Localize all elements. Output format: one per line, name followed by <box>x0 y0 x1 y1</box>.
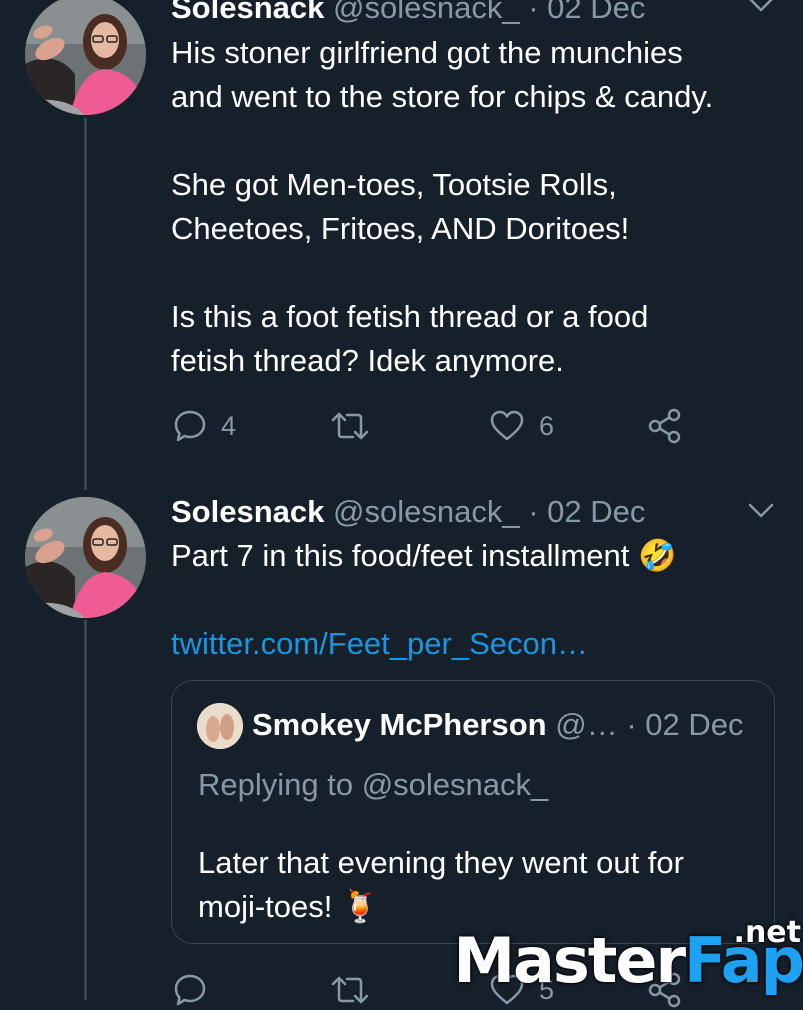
quoted-tweet[interactable]: Smokey McPherson @… · 02 Dec Replying to… <box>171 680 775 944</box>
avatar[interactable] <box>25 0 146 115</box>
reply-button[interactable] <box>173 970 221 1010</box>
display-name[interactable]: Solesnack <box>171 0 324 25</box>
quoted-separator: · <box>626 707 637 742</box>
retweet-icon <box>331 412 369 440</box>
chevron-down-icon[interactable] <box>747 0 775 14</box>
quoted-avatar[interactable] <box>197 703 243 749</box>
separator: · <box>528 494 539 529</box>
like-button[interactable]: 6 <box>489 406 554 446</box>
quoted-text: Later that evening they went out for moj… <box>198 845 684 924</box>
tweet-text: Part 7 in this food/feet installment 🤣 <box>171 538 677 573</box>
watermark: .net MasterFap <box>453 915 803 992</box>
reply-icon <box>174 974 206 1006</box>
like-icon <box>490 410 524 441</box>
reply-button[interactable]: 4 <box>173 406 236 446</box>
watermark-suffix: .net <box>733 915 801 950</box>
handle[interactable]: @solesnack_ <box>333 0 520 25</box>
tweet-header: Solesnack @solesnack_ · 02 Dec <box>171 494 645 530</box>
thread-line-bottom <box>84 620 87 1000</box>
retweet-icon <box>331 976 369 1004</box>
avatar[interactable] <box>25 497 146 618</box>
tweet-date[interactable]: 02 Dec <box>547 0 645 25</box>
retweet-button[interactable] <box>329 970 385 1010</box>
watermark-text: Master <box>453 924 686 997</box>
tweet-date[interactable]: 02 Dec <box>547 494 645 529</box>
separator: · <box>528 0 539 25</box>
display-name[interactable]: Solesnack <box>171 494 324 529</box>
share-button[interactable] <box>647 406 683 446</box>
reply-count: 4 <box>221 410 237 441</box>
retweet-button[interactable] <box>329 406 385 446</box>
thread-line-top <box>84 118 87 490</box>
tweet-link[interactable]: twitter.com/Feet_per_Secon… <box>171 624 588 664</box>
quoted-date: 02 Dec <box>645 707 744 742</box>
quoted-display-name: Smokey McPherson <box>252 707 547 742</box>
like-count: 6 <box>539 410 555 441</box>
handle[interactable]: @solesnack_ <box>333 494 520 529</box>
tweet-header: Solesnack @solesnack_ · 02 Dec <box>171 0 645 26</box>
quoted-header: Smokey McPherson @… · 02 Dec <box>252 707 744 743</box>
chevron-down-icon[interactable] <box>747 502 775 520</box>
share-icon <box>648 408 681 444</box>
quoted-handle: @… <box>555 707 618 742</box>
tweet-actions: 4 6 <box>171 406 691 446</box>
tweet-text: His stoner girlfriend got the munchies a… <box>171 35 714 378</box>
reply-icon <box>174 410 206 442</box>
replying-to: Replying to @solesnack_ <box>198 767 549 802</box>
